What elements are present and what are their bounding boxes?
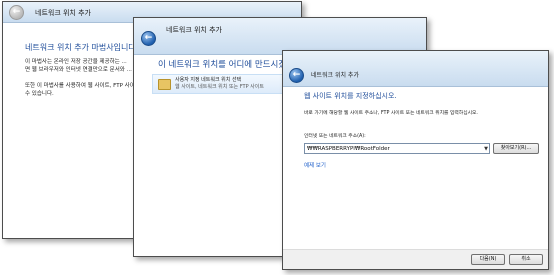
- page-heading: 네트워크 위치 추가 마법사입니다: [25, 43, 136, 52]
- dropdown-arrow-icon[interactable]: ▼: [484, 144, 488, 154]
- address-input[interactable]: ₩₩RASPBERRYPI₩RootFolder ▼: [304, 143, 490, 154]
- intro-line-2: 면 웹 브라우저와 인터넷 연결만으로 문서와 ...: [25, 67, 132, 73]
- network-folder-icon: [158, 79, 171, 90]
- example-link[interactable]: 예제 보기: [304, 161, 326, 169]
- option-description: 웹 사이트, 네트워크 위치 또는 FTP 사이트: [175, 84, 264, 90]
- window-title: 네트워크 위치 추가: [166, 26, 222, 34]
- title-bar[interactable]: ← 네트워크 위치 추가: [283, 51, 548, 87]
- back-arrow-icon[interactable]: ←: [141, 31, 156, 46]
- intro-line-1: 이 마법사는 온라인 저장 공간을 제공하는 ...: [25, 59, 127, 65]
- address-field-label: 인터넷 또는 네트워크 주소(A):: [304, 134, 366, 139]
- back-arrow-icon[interactable]: ←: [289, 68, 304, 83]
- next-button[interactable]: 다음(N): [471, 254, 505, 265]
- intro-line-3: 또한 이 마법사를 사용하여 웹 사이트, FTP 사이트 ...: [25, 83, 147, 89]
- address-value: ₩₩RASPBERRYPI₩RootFolder: [307, 146, 390, 152]
- instructions-text: 바로 가기에 해당할 웹 사이트 주소나, FTP 사이트 또는 네트워크 위치…: [304, 111, 478, 116]
- intro-line-4: 수 있습니다.: [25, 91, 54, 97]
- footer-bar: 다음(N) 취소: [283, 249, 548, 269]
- cancel-button[interactable]: 취소: [509, 254, 543, 265]
- page-heading: 웹 사이트 위치를 지정하십시오.: [304, 92, 397, 100]
- window-title: 네트워크 위치 추가: [311, 72, 359, 79]
- browse-button[interactable]: 찾아보기(R)...: [493, 143, 539, 154]
- wizard-window-site-location: ← 네트워크 위치 추가 웹 사이트 위치를 지정하십시오. 바로 가기에 해당…: [282, 50, 549, 270]
- back-arrow-icon[interactable]: ←: [9, 5, 24, 20]
- window-title: 네트워크 위치 추가: [35, 9, 91, 17]
